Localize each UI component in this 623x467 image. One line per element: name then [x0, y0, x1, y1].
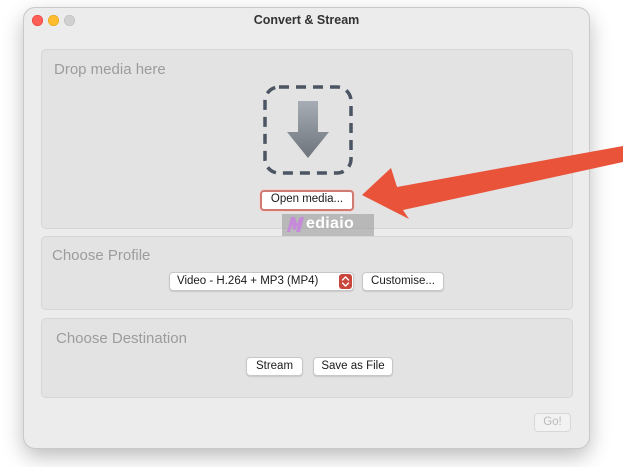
annotation-arrow-icon	[362, 146, 623, 219]
